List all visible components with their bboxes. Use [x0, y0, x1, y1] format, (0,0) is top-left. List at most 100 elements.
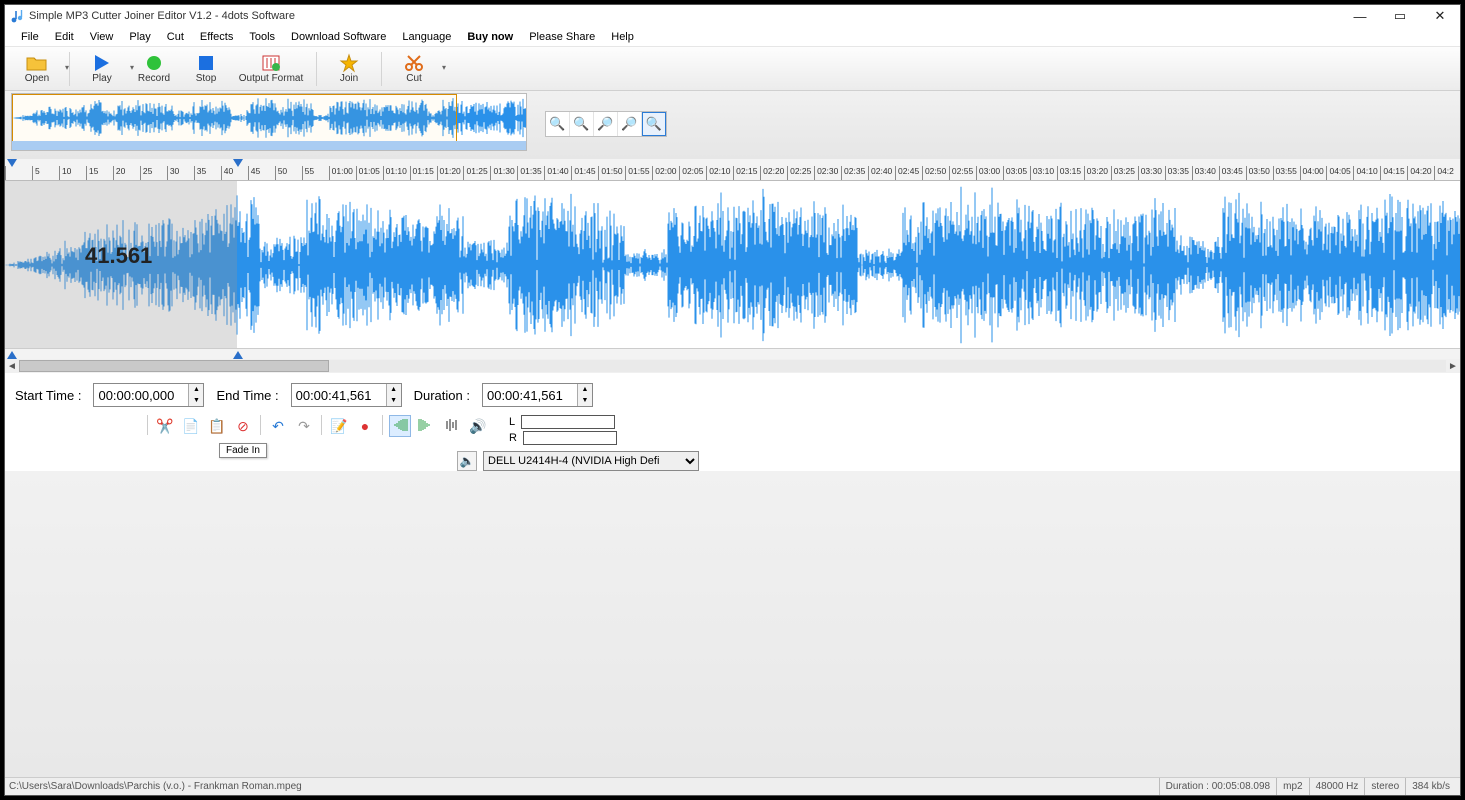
join-icon — [339, 53, 359, 73]
scroll-right-button[interactable]: ► — [1446, 361, 1460, 372]
status-format: mp2 — [1276, 778, 1308, 795]
end-time-input[interactable]: ▲▼ — [291, 383, 402, 407]
selection-start-marker-bottom[interactable] — [7, 351, 17, 359]
overview-scrollbar[interactable] — [12, 141, 527, 150]
zoom-out-button[interactable]: 🔍 — [570, 112, 594, 136]
play-button[interactable]: Play ▾ — [76, 49, 128, 89]
ruler-tick: 02:00 — [652, 166, 679, 180]
zoom-fit-button[interactable]: 🔍 — [642, 112, 666, 136]
scroll-thumb[interactable] — [19, 360, 329, 372]
horizontal-scrollbar[interactable]: ◄ ► — [5, 359, 1460, 373]
fade-out-button[interactable] — [415, 415, 437, 437]
menu-effects[interactable]: Effects — [192, 29, 241, 45]
time-ruler[interactable]: 51015202530354045505501:0001:0501:1001:1… — [5, 159, 1460, 181]
ruler-tick: 01:50 — [598, 166, 625, 180]
ruler-tick: 03:40 — [1192, 166, 1219, 180]
dropdown-icon[interactable]: ▾ — [65, 63, 69, 72]
stop-button[interactable]: Stop — [180, 49, 232, 89]
spin-up-button[interactable]: ▲ — [189, 384, 203, 395]
cut-button[interactable]: Cut ▾ — [388, 49, 440, 89]
undo-button[interactable]: ↶ — [267, 415, 289, 437]
ruler-tick: 25 — [140, 166, 167, 180]
zoom-in-button[interactable]: 🔍 — [546, 112, 570, 136]
fade-out-icon — [418, 418, 434, 435]
spin-down-button[interactable]: ▼ — [578, 395, 592, 406]
fade-in-button[interactable] — [389, 415, 411, 437]
selection-end-marker-bottom[interactable] — [233, 351, 243, 359]
scroll-track[interactable] — [19, 360, 1446, 372]
record-icon: ● — [361, 418, 369, 434]
zoom-full-button[interactable]: 🔎 — [618, 112, 642, 136]
ruler-tick: 01:45 — [571, 166, 598, 180]
normalize-button[interactable] — [441, 415, 463, 437]
record-small-button[interactable]: ● — [354, 415, 376, 437]
ruler-tick: 01:25 — [463, 166, 490, 180]
ruler-tick: 15 — [86, 166, 113, 180]
ruler-tick — [5, 166, 32, 180]
bottom-markers — [5, 349, 1460, 359]
menu-file[interactable]: File — [13, 29, 47, 45]
menu-tools[interactable]: Tools — [241, 29, 283, 45]
right-channel-label: R — [509, 432, 517, 444]
right-meter — [523, 431, 617, 445]
audio-device-select[interactable]: DELL U2414H-4 (NVIDIA High Defi — [483, 451, 699, 471]
fade-in-icon — [392, 418, 408, 435]
duration-field[interactable] — [483, 384, 577, 406]
open-button[interactable]: Open ▾ — [11, 49, 63, 89]
menu-view[interactable]: View — [82, 29, 122, 45]
ruler-tick: 03:30 — [1138, 166, 1165, 180]
menu-buy-now[interactable]: Buy now — [459, 29, 521, 45]
menu-language[interactable]: Language — [394, 29, 459, 45]
status-samplerate: 48000 Hz — [1309, 778, 1365, 795]
minimize-button[interactable]: — — [1340, 5, 1380, 27]
cut-edit-button[interactable]: ✂️ — [154, 415, 176, 437]
ruler-tick: 01:30 — [490, 166, 517, 180]
spin-down-button[interactable]: ▼ — [189, 395, 203, 406]
main-waveform[interactable]: 41.561 — [5, 181, 1460, 349]
spin-down-button[interactable]: ▼ — [387, 395, 401, 406]
speaker-icon: 🔊 — [469, 418, 486, 435]
redo-icon: ↷ — [298, 418, 310, 435]
overview-waveform[interactable] — [11, 93, 527, 151]
duration-input[interactable]: ▲▼ — [482, 383, 593, 407]
end-time-label: End Time : — [216, 388, 278, 403]
join-button[interactable]: Join — [323, 49, 375, 89]
ruler-tick: 03:00 — [976, 166, 1003, 180]
close-button[interactable]: ✕ — [1420, 5, 1460, 27]
edit-tags-button[interactable]: 📝 — [328, 415, 350, 437]
volume-button[interactable]: 🔊 — [467, 415, 489, 437]
end-time-field[interactable] — [292, 384, 386, 406]
menu-cut[interactable]: Cut — [159, 29, 192, 45]
menu-please-share[interactable]: Please Share — [521, 29, 603, 45]
start-time-label: Start Time : — [15, 388, 81, 403]
left-meter — [521, 415, 615, 429]
output-format-button[interactable]: Output Format — [232, 49, 310, 89]
overview-selection[interactable] — [12, 94, 457, 142]
paste-button[interactable]: 📋 — [206, 415, 228, 437]
spin-up-button[interactable]: ▲ — [578, 384, 592, 395]
menu-play[interactable]: Play — [121, 29, 158, 45]
overview-row: 🔍 🔍 🔎 🔎 🔍 — [5, 91, 1460, 159]
ruler-tick: 03:15 — [1057, 166, 1084, 180]
record-button[interactable]: Record — [128, 49, 180, 89]
menu-edit[interactable]: Edit — [47, 29, 82, 45]
maximize-button[interactable]: ▭ — [1380, 5, 1420, 27]
scroll-left-button[interactable]: ◄ — [5, 361, 19, 372]
title-bar: Simple MP3 Cutter Joiner Editor V1.2 - 4… — [5, 5, 1460, 27]
menu-help[interactable]: Help — [603, 29, 642, 45]
audio-device-icon[interactable]: 🔈 — [457, 451, 477, 471]
app-icon — [9, 8, 25, 24]
dropdown-icon[interactable]: ▾ — [442, 63, 446, 72]
start-time-input[interactable]: ▲▼ — [93, 383, 204, 407]
ruler-tick: 04:20 — [1407, 166, 1434, 180]
ruler-tick: 01:55 — [625, 166, 652, 180]
delete-button[interactable]: ⊘ — [232, 415, 254, 437]
start-time-field[interactable] — [94, 384, 188, 406]
spin-up-button[interactable]: ▲ — [387, 384, 401, 395]
zoom-selection-button[interactable]: 🔎 — [594, 112, 618, 136]
menu-download-software[interactable]: Download Software — [283, 29, 394, 45]
copy-button[interactable]: 📄 — [180, 415, 202, 437]
ruler-tick: 01:10 — [383, 166, 410, 180]
redo-button[interactable]: ↷ — [293, 415, 315, 437]
ruler-tick: 04:2 — [1434, 166, 1460, 180]
